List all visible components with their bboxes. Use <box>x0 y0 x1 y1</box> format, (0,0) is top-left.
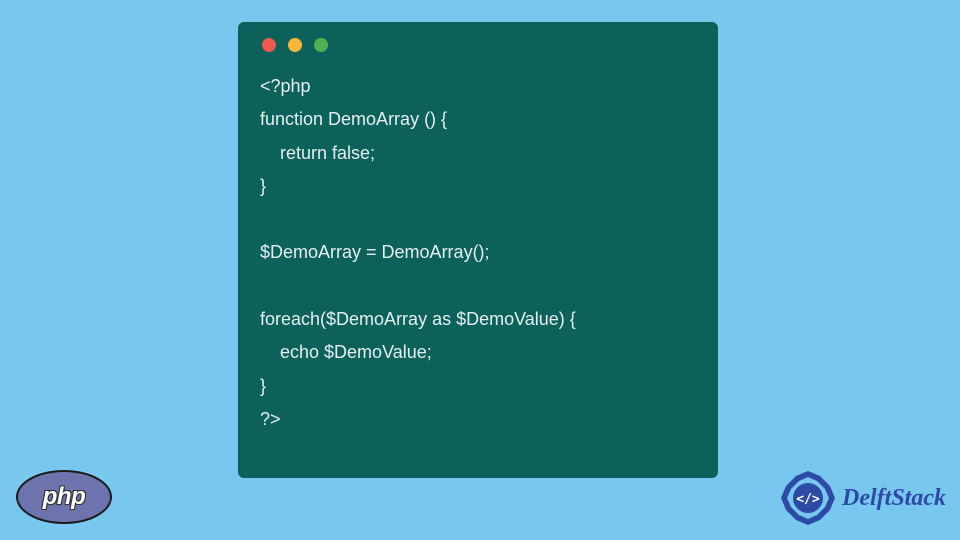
delftstack-logo-text: DelftStack <box>842 485 946 512</box>
php-logo-ellipse: php <box>16 470 112 524</box>
minimize-icon <box>288 38 302 52</box>
php-logo-text: php <box>43 483 85 511</box>
close-icon <box>262 38 276 52</box>
window-traffic-lights <box>262 38 696 52</box>
code-block: <?php function DemoArray () { return fal… <box>260 70 696 436</box>
delftstack-logo: </> DelftStack <box>780 470 946 526</box>
maximize-icon <box>314 38 328 52</box>
php-logo: php <box>16 470 112 524</box>
delftstack-badge-icon: </> <box>780 470 836 526</box>
badge-inner-text: </> <box>796 492 820 507</box>
code-window: <?php function DemoArray () { return fal… <box>238 22 718 478</box>
